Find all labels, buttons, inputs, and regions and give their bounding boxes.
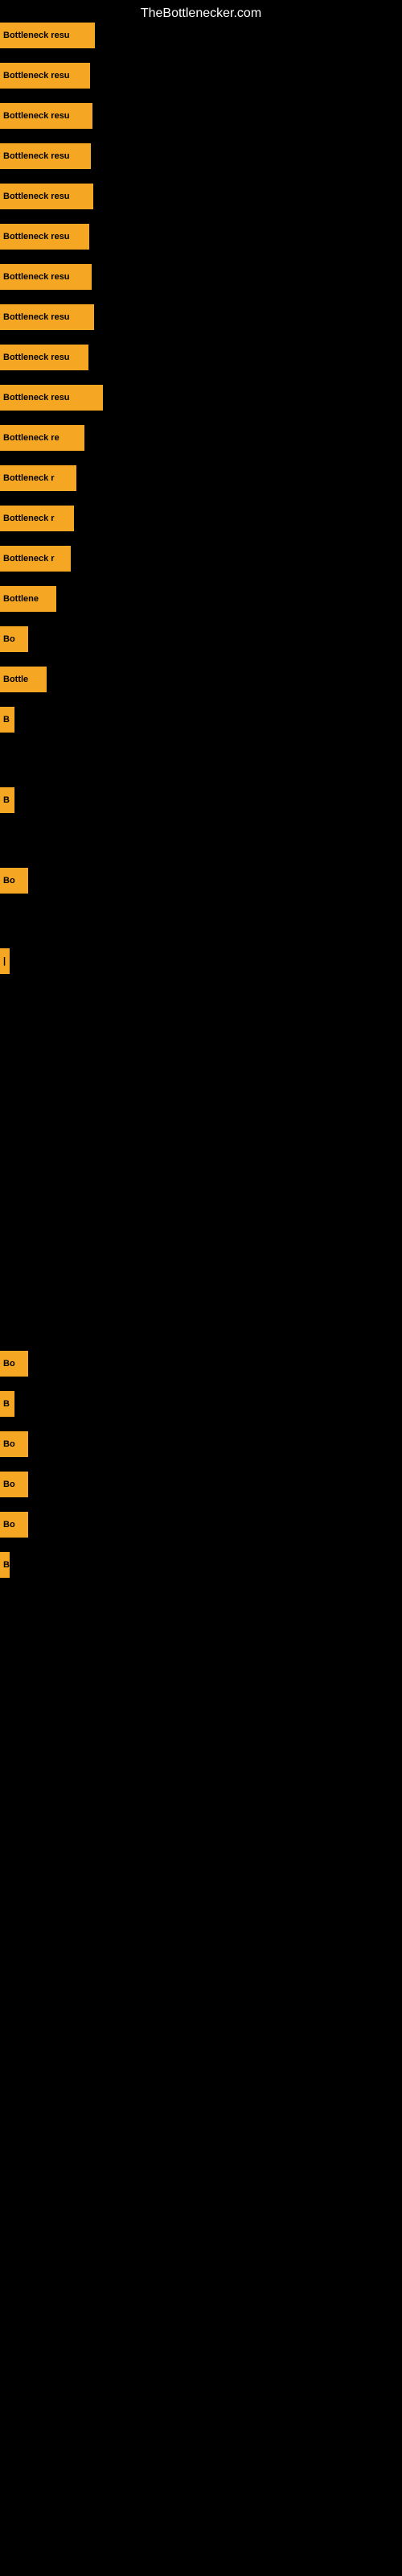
bottleneck-label: Bottleneck resu — [3, 31, 70, 40]
bottleneck-label: Bottleneck resu — [3, 353, 70, 362]
bottleneck-label: Bottleneck r — [3, 514, 55, 523]
bottleneck-label: Bo — [3, 1359, 15, 1368]
bottleneck-bar[interactable]: Bo — [0, 1512, 28, 1538]
bottleneck-label: B — [3, 1399, 10, 1409]
bottleneck-bar[interactable]: B — [0, 787, 14, 813]
bottleneck-bar[interactable]: B — [0, 707, 14, 733]
bottleneck-bar[interactable]: Bo — [0, 1472, 28, 1497]
bottleneck-label: Bottleneck resu — [3, 393, 70, 402]
bottleneck-bar[interactable]: Bottlene — [0, 586, 56, 612]
bottleneck-bar[interactable]: Bottleneck resu — [0, 385, 103, 411]
bottleneck-bar[interactable]: Bottleneck resu — [0, 224, 89, 250]
bottleneck-bar[interactable]: Bo — [0, 1431, 28, 1457]
bottleneck-label: Bo — [3, 1480, 15, 1489]
bottleneck-bar[interactable]: Bottleneck resu — [0, 304, 94, 330]
bottleneck-bar[interactable]: Bottleneck resu — [0, 264, 92, 290]
bottleneck-label: Bottleneck resu — [3, 192, 70, 201]
bottleneck-bar[interactable]: Bottleneck resu — [0, 345, 88, 370]
bottleneck-label: Bo — [3, 1520, 15, 1530]
bottleneck-bar[interactable]: Bottleneck r — [0, 506, 74, 531]
bottleneck-label: Bo — [3, 876, 15, 886]
bottleneck-label: | — [3, 956, 6, 966]
bottleneck-label: Bottleneck resu — [3, 71, 70, 80]
bottleneck-label: Bottleneck resu — [3, 232, 70, 242]
bottleneck-bar[interactable]: Bottleneck re — [0, 425, 84, 451]
bottleneck-label: B — [3, 795, 10, 805]
bottleneck-bar[interactable]: Bottleneck resu — [0, 143, 91, 169]
bottleneck-label: Bo — [3, 634, 15, 644]
bottleneck-bar[interactable]: Bottleneck resu — [0, 184, 93, 209]
bottleneck-label: Bottleneck resu — [3, 111, 70, 121]
bottleneck-label: Bottleneck resu — [3, 151, 70, 161]
bottleneck-label: Bottleneck r — [3, 473, 55, 483]
bottleneck-label: Bottleneck resu — [3, 312, 70, 322]
bottleneck-bar[interactable]: Bottleneck resu — [0, 103, 92, 129]
bottleneck-bar[interactable]: Bottleneck resu — [0, 23, 95, 48]
bottleneck-label: B — [3, 1560, 10, 1570]
bottleneck-bar[interactable]: B — [0, 1552, 10, 1578]
bottleneck-label: B — [3, 715, 10, 724]
bottleneck-bar[interactable]: Bottleneck r — [0, 465, 76, 491]
bottleneck-bar[interactable]: Bottleneck resu — [0, 63, 90, 89]
bottleneck-bar[interactable]: Bottle — [0, 667, 47, 692]
bottleneck-bar[interactable]: Bo — [0, 626, 28, 652]
bottleneck-bar[interactable]: Bo — [0, 868, 28, 894]
bottleneck-bar[interactable]: Bo — [0, 1351, 28, 1377]
bottleneck-label: Bottleneck re — [3, 433, 59, 443]
bottleneck-label: Bottle — [3, 675, 28, 684]
bottleneck-label: Bottlene — [3, 594, 39, 604]
bottleneck-bar[interactable]: Bottleneck r — [0, 546, 71, 572]
bottleneck-label: Bottleneck resu — [3, 272, 70, 282]
bottleneck-label: Bo — [3, 1439, 15, 1449]
bottleneck-label: Bottleneck r — [3, 554, 55, 564]
bottleneck-bar[interactable]: B — [0, 1391, 14, 1417]
bottleneck-bar[interactable]: | — [0, 948, 10, 974]
